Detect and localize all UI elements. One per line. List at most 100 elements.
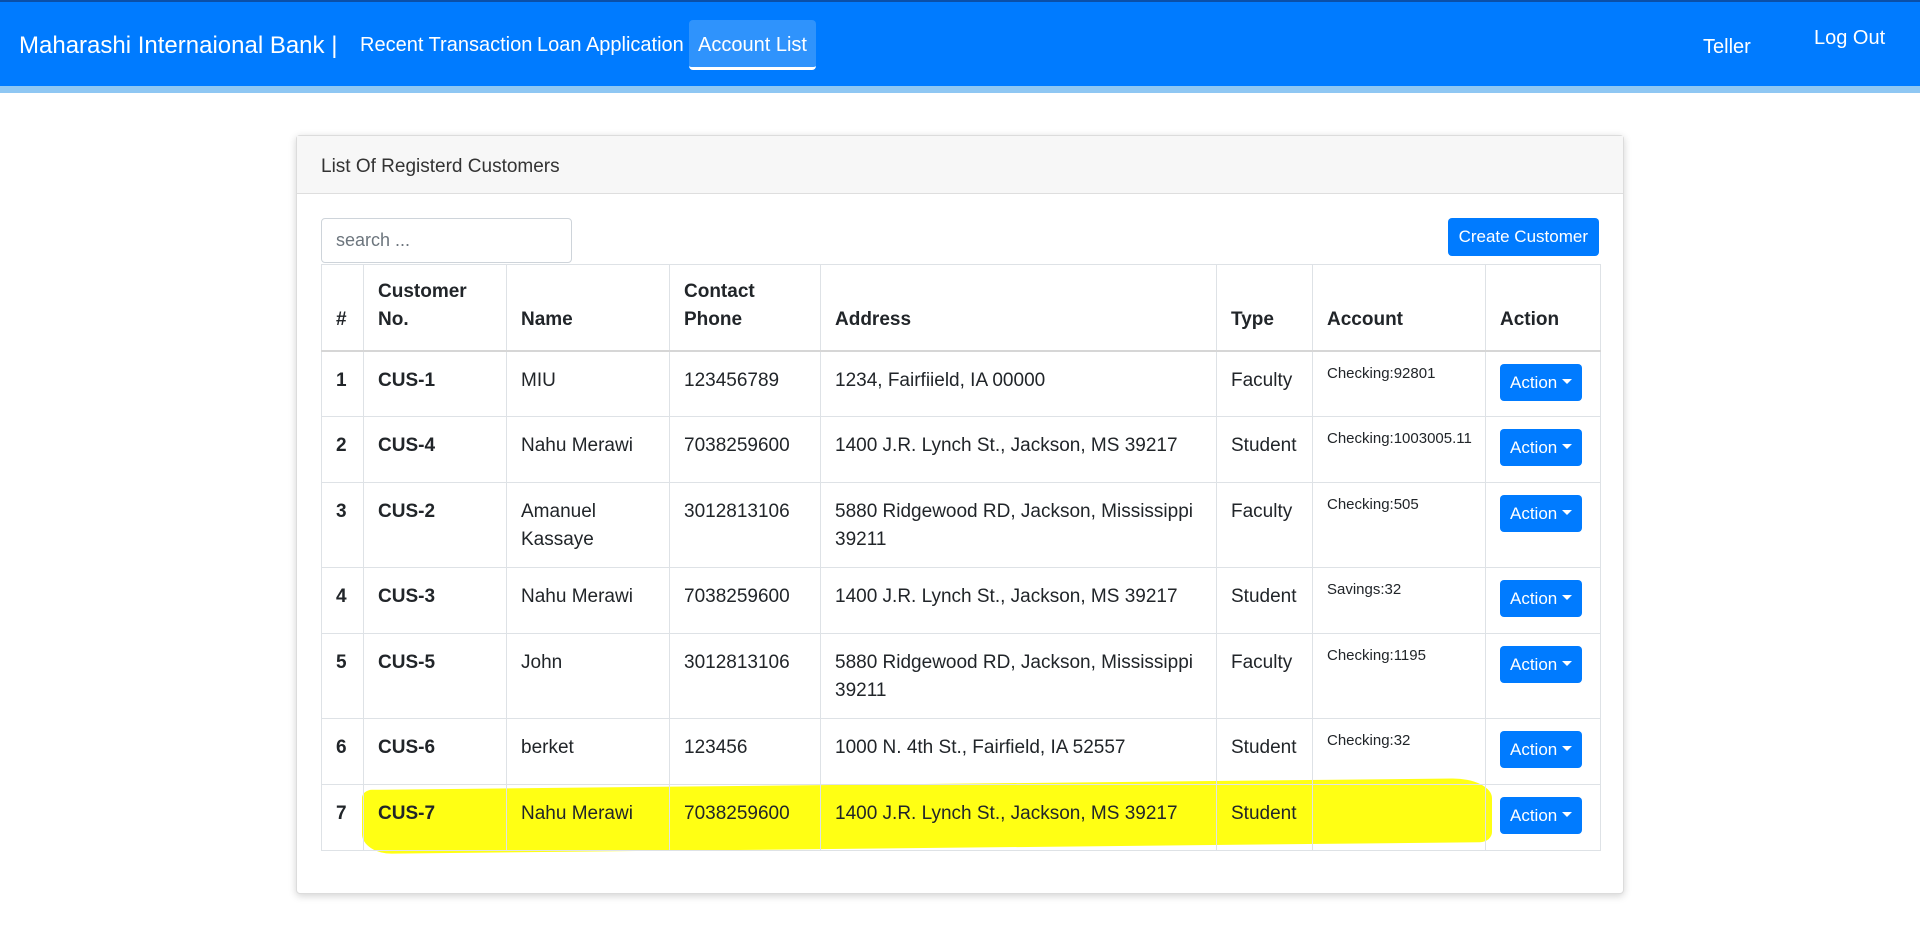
action-dropdown-button[interactable]: Action <box>1500 495 1583 532</box>
logout-link[interactable]: Log Out <box>1814 27 1885 50</box>
action-dropdown-button[interactable]: Action <box>1500 580 1583 617</box>
customer-id: CUS-6 <box>363 718 507 785</box>
action-cell: Action <box>1485 350 1601 417</box>
row-number: 5 <box>321 633 364 719</box>
nav-loan-application[interactable]: Loan Application <box>537 34 684 57</box>
customer-name: Nahu Merawi <box>506 784 670 851</box>
customer-name: Nahu Merawi <box>506 567 670 634</box>
action-cell: Action <box>1485 567 1601 634</box>
customer-phone: 7038259600 <box>669 416 821 483</box>
nav-account-list[interactable]: Account List <box>689 20 816 70</box>
customer-type: Student <box>1216 718 1313 785</box>
table-row-highlighted: 7 CUS-7 Nahu Merawi 7038259600 1400 J.R.… <box>321 784 1601 851</box>
customer-account: Checking:1195 <box>1312 633 1486 719</box>
action-cell: Action <box>1485 416 1601 483</box>
header-number: # <box>321 264 364 352</box>
action-dropdown-button[interactable]: Action <box>1500 363 1583 401</box>
customer-id: CUS-2 <box>363 482 507 568</box>
header-name: Name <box>506 264 670 352</box>
customer-id: CUS-4 <box>363 416 507 483</box>
header-contact-phone-line1: Contact <box>684 280 755 302</box>
customer-phone: 3012813106 <box>669 633 821 719</box>
customer-address: 1400 J.R. Lynch St., Jackson, MS 39217 <box>820 416 1217 483</box>
customer-account: Checking:505 <box>1312 482 1486 568</box>
caret-down-icon <box>1562 746 1573 752</box>
customer-phone: 123456 <box>669 718 821 785</box>
top-navbar: Maharashi Internaional Bank | Recent Tra… <box>0 0 1920 86</box>
caret-down-icon <box>1562 510 1573 516</box>
action-dropdown-button[interactable]: Action <box>1500 646 1583 683</box>
customer-phone: 7038259600 <box>669 784 821 851</box>
card-title: List Of Registerd Customers <box>321 156 560 177</box>
row-number: 4 <box>321 567 364 634</box>
action-label: Action <box>1510 806 1558 825</box>
action-dropdown-button[interactable]: Action <box>1500 731 1583 768</box>
row-number: 6 <box>321 718 364 785</box>
action-cell: Action <box>1485 784 1601 851</box>
customer-id: CUS-5 <box>363 633 507 719</box>
customer-id: CUS-7 <box>363 784 507 851</box>
header-action: Action <box>1485 264 1601 352</box>
action-dropdown-button[interactable]: Action <box>1500 797 1583 834</box>
customer-address: 1400 J.R. Lynch St., Jackson, MS 39217 <box>820 784 1217 851</box>
customer-id-text: CUS-7 <box>378 803 436 824</box>
action-label: Action <box>1510 438 1558 457</box>
customer-type-text: Student <box>1231 803 1297 824</box>
action-label: Action <box>1510 655 1558 674</box>
caret-down-icon <box>1562 444 1573 450</box>
customer-account: Savings:32 <box>1312 567 1486 634</box>
card-header: List Of Registerd Customers <box>297 136 1623 194</box>
caret-down-icon <box>1562 812 1573 818</box>
create-customer-button[interactable]: Create Customer <box>1447 218 1599 256</box>
customer-name: MIU <box>506 350 670 417</box>
navbar-accent-bar <box>0 86 1920 93</box>
action-label: Action <box>1510 372 1558 392</box>
customer-name: berket <box>506 718 670 785</box>
customer-id: CUS-3 <box>363 567 507 634</box>
header-contact-phone-line2: Phone <box>684 308 743 330</box>
brand-title[interactable]: Maharashi Internaional Bank | <box>19 32 337 60</box>
table-header-row: # Customer No. Name Contact Phone Address … <box>321 264 1601 352</box>
customer-address-text: 1400 J.R. Lynch St., Jackson, MS 39217 <box>835 803 1178 824</box>
action-label: Action <box>1510 589 1558 608</box>
customer-type: Faculty <box>1216 482 1313 568</box>
customer-name: Nahu Merawi <box>506 416 670 483</box>
customer-account <box>1312 784 1486 851</box>
table-row: 5 CUS-5 John 3012813106 5880 Ridgewood R… <box>321 633 1601 719</box>
customer-address: 1000 N. 4th St., Fairfield, IA 52557 <box>820 718 1217 785</box>
row-number: 1 <box>321 350 364 417</box>
action-cell: Action <box>1485 718 1601 785</box>
row-number: 3 <box>321 482 364 568</box>
action-cell: Action <box>1485 482 1601 568</box>
caret-down-icon <box>1562 378 1573 384</box>
header-account: Account <box>1312 264 1486 352</box>
table-row: 3 CUS-2 Amanuel Kassaye 3012813106 5880 … <box>321 482 1601 568</box>
header-customer-no: Customer No. <box>363 264 507 352</box>
nav-recent-transaction[interactable]: Recent Transaction <box>360 34 532 57</box>
table-row: 1 CUS-1 MIU 123456789 1234, Fairfiield, … <box>321 350 1601 417</box>
header-type: Type <box>1216 264 1313 352</box>
caret-down-icon <box>1562 661 1573 667</box>
table-row: 6 CUS-6 berket 123456 1000 N. 4th St., F… <box>321 718 1601 785</box>
customer-name: Amanuel Kassaye <box>506 482 670 568</box>
customer-type: Student <box>1216 416 1313 483</box>
customer-phone: 3012813106 <box>669 482 821 568</box>
header-address: Address <box>820 264 1217 352</box>
customer-phone: 7038259600 <box>669 567 821 634</box>
customer-name: John <box>506 633 670 719</box>
customer-type: Student <box>1216 567 1313 634</box>
customer-address: 1234, Fairfiield, IA 00000 <box>820 350 1217 417</box>
customer-id: CUS-1 <box>363 350 507 417</box>
customer-address: 5880 Ridgewood RD, Jackson, Mississippi … <box>820 482 1217 568</box>
search-input[interactable] <box>321 218 572 263</box>
customers-table: # Customer No. Name Contact Phone Address … <box>321 264 1601 851</box>
header-customer-no-line2: No. <box>378 308 409 330</box>
action-cell: Action <box>1485 633 1601 719</box>
action-dropdown-button[interactable]: Action <box>1500 429 1583 466</box>
action-label: Action <box>1510 504 1558 523</box>
customer-type: Faculty <box>1216 350 1313 417</box>
action-label: Action <box>1510 740 1558 759</box>
header-contact-phone: Contact Phone <box>669 264 821 352</box>
customer-phone-text: 7038259600 <box>684 803 790 824</box>
customer-address: 1400 J.R. Lynch St., Jackson, MS 39217 <box>820 567 1217 634</box>
